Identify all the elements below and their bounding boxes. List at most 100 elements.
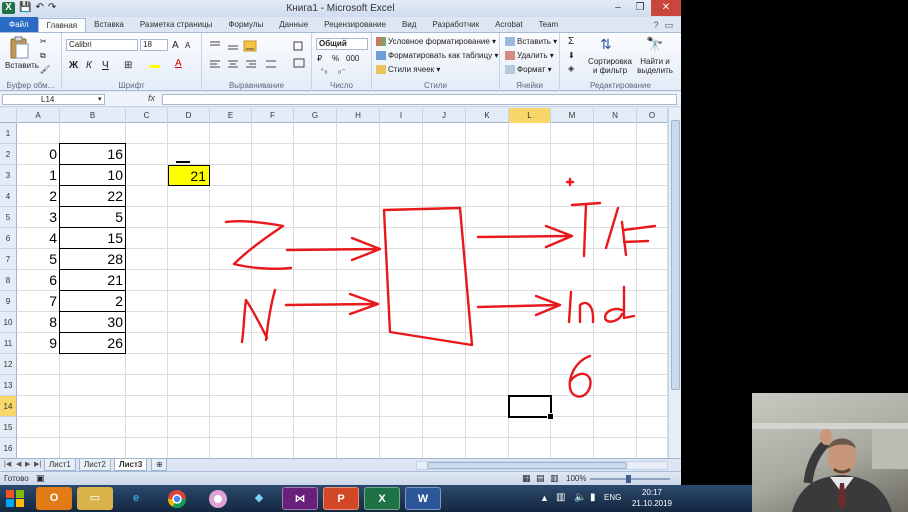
paste-icon[interactable]	[8, 36, 30, 60]
zoom-level[interactable]: 100%	[566, 474, 586, 483]
tray-arrow-icon[interactable]: ▲	[540, 493, 549, 503]
thousands-button[interactable]: 000	[346, 54, 359, 63]
fill-icon[interactable]: ⬇	[568, 51, 575, 60]
tab-view[interactable]: Вид	[394, 18, 424, 32]
explorer-icon[interactable]: ▭	[77, 487, 113, 510]
cell-a11[interactable]: 9	[17, 333, 60, 354]
macro-record-icon[interactable]: ▣	[36, 473, 45, 484]
name-box-dropdown-icon[interactable]: ▾	[98, 95, 102, 103]
tab-data[interactable]: Данные	[271, 18, 316, 32]
column-header-o[interactable]: O	[637, 108, 668, 123]
increase-decimal-icon[interactable]: ⁺₀	[320, 66, 328, 75]
prev-sheet-icon[interactable]: ◀	[16, 460, 21, 468]
fx-icon[interactable]: fx	[148, 93, 155, 103]
insert-cells-button[interactable]: Вставить ▾	[505, 37, 557, 47]
tab-home[interactable]: Главная	[37, 18, 87, 32]
row-header-16[interactable]: 16	[0, 438, 17, 458]
word-icon[interactable]: W	[405, 487, 441, 510]
first-sheet-icon[interactable]: |◀	[4, 460, 11, 468]
row-header-4[interactable]: 4	[0, 186, 17, 207]
tab-developer[interactable]: Разработчик	[424, 18, 487, 32]
font-name-combo[interactable]: Calibri	[66, 39, 138, 51]
find-icon[interactable]: 🔭	[646, 36, 663, 53]
start-button-icon[interactable]	[4, 488, 26, 509]
autosum-button[interactable]: Σ	[568, 36, 574, 47]
tab-insert[interactable]: Вставка	[86, 18, 132, 32]
cell-a6[interactable]: 4	[17, 228, 60, 249]
delete-cells-button[interactable]: Удалить ▾	[505, 51, 554, 61]
find-select-button[interactable]: Найти и выделить	[634, 57, 676, 75]
tab-formulas[interactable]: Формулы	[220, 18, 271, 32]
zoom-slider-knob[interactable]	[626, 475, 631, 483]
cell-a10[interactable]: 8	[17, 312, 60, 333]
cell-a3[interactable]: 1	[17, 165, 60, 186]
column-header-g[interactable]: G	[294, 108, 337, 123]
normal-view-icon[interactable]: ▦	[522, 473, 531, 484]
row-header-14[interactable]: 14	[0, 396, 17, 417]
format-painter-icon[interactable]: 🖌	[40, 65, 50, 74]
number-format-combo[interactable]: Общий	[316, 38, 368, 50]
sort-filter-button[interactable]: Сортировка и фильтр	[588, 57, 632, 75]
borders-icon[interactable]: ⊞	[124, 60, 132, 71]
help-icon[interactable]: ?	[653, 18, 658, 32]
paste-button[interactable]: Вставить	[5, 61, 39, 70]
cell-a2[interactable]: 0	[17, 144, 60, 165]
row-header-5[interactable]: 5	[0, 207, 17, 228]
column-header-l[interactable]: L	[509, 108, 551, 123]
row-header-1[interactable]: 1	[0, 123, 17, 144]
font-color-icon[interactable]: A	[175, 58, 182, 69]
ribbon-minimize-icon[interactable]: ▭	[664, 18, 673, 32]
row-header-15[interactable]: 15	[0, 417, 17, 438]
percent-button[interactable]: %	[332, 54, 339, 63]
zoom-slider[interactable]	[590, 475, 670, 483]
powerpoint-icon[interactable]: P	[323, 487, 359, 510]
cell-styles-button[interactable]: Стили ячеек ▾	[376, 65, 440, 75]
currency-icon[interactable]: ₽	[317, 54, 322, 63]
sort-filter-icon[interactable]: ⇅	[600, 36, 612, 53]
format-as-table-button[interactable]: Форматировать как таблицу ▾	[376, 51, 498, 61]
column-header-j[interactable]: J	[423, 108, 466, 123]
horizontal-scrollbar[interactable]	[416, 461, 668, 470]
sheet-tab-2[interactable]: Лист2	[79, 459, 111, 471]
bold-button[interactable]: Ж	[69, 60, 78, 71]
clock[interactable]: 20:17 21.10.2019	[630, 487, 674, 509]
picasa-icon[interactable]	[200, 487, 236, 510]
sheet-tab-1[interactable]: Лист1	[44, 459, 76, 471]
language-indicator[interactable]: ENG	[604, 493, 621, 502]
formula-input[interactable]	[162, 94, 677, 105]
conditional-formatting-button[interactable]: Условное форматирование ▾	[376, 37, 496, 47]
row-header-10[interactable]: 10	[0, 312, 17, 333]
name-box[interactable]: L14	[2, 94, 105, 105]
tab-review[interactable]: Рецензирование	[316, 18, 394, 32]
page-layout-view-icon[interactable]: ▤	[536, 473, 545, 484]
grow-font-button[interactable]: A	[172, 40, 179, 51]
volume-icon[interactable]: 🔈	[574, 492, 586, 503]
tab-team[interactable]: Team	[531, 18, 567, 32]
app-icon[interactable]: ◆	[241, 487, 277, 510]
column-header-h[interactable]: H	[337, 108, 380, 123]
excel-icon[interactable]: X	[364, 487, 400, 510]
row-header-9[interactable]: 9	[0, 291, 17, 312]
clear-icon[interactable]: ◈	[568, 64, 574, 73]
decrease-decimal-icon[interactable]: ₀⁻	[338, 66, 346, 75]
sheet-tab-3[interactable]: Лист3	[114, 459, 148, 471]
restore-button[interactable]: ❐	[629, 0, 651, 16]
outlook-icon[interactable]: O	[36, 487, 72, 510]
vertical-scrollbar[interactable]	[668, 108, 681, 458]
horizontal-scroll-thumb[interactable]	[427, 462, 627, 469]
alignment-icons[interactable]	[208, 39, 308, 73]
ie-icon[interactable]: e	[118, 487, 154, 510]
close-button[interactable]: ✕	[651, 0, 681, 16]
column-header-c[interactable]: C	[126, 108, 168, 123]
row-header-7[interactable]: 7	[0, 249, 17, 270]
tab-page-layout[interactable]: Разметка страницы	[132, 18, 221, 32]
row-header-11[interactable]: 11	[0, 333, 17, 354]
font-size-combo[interactable]: 18	[140, 39, 168, 51]
copy-icon[interactable]: ⧉	[40, 51, 46, 61]
column-header-m[interactable]: M	[551, 108, 594, 123]
column-header-n[interactable]: N	[594, 108, 637, 123]
cell-a7[interactable]: 5	[17, 249, 60, 270]
cut-icon[interactable]: ✂	[40, 37, 47, 46]
last-sheet-icon[interactable]: ▶|	[34, 460, 41, 468]
column-header-k[interactable]: K	[466, 108, 509, 123]
